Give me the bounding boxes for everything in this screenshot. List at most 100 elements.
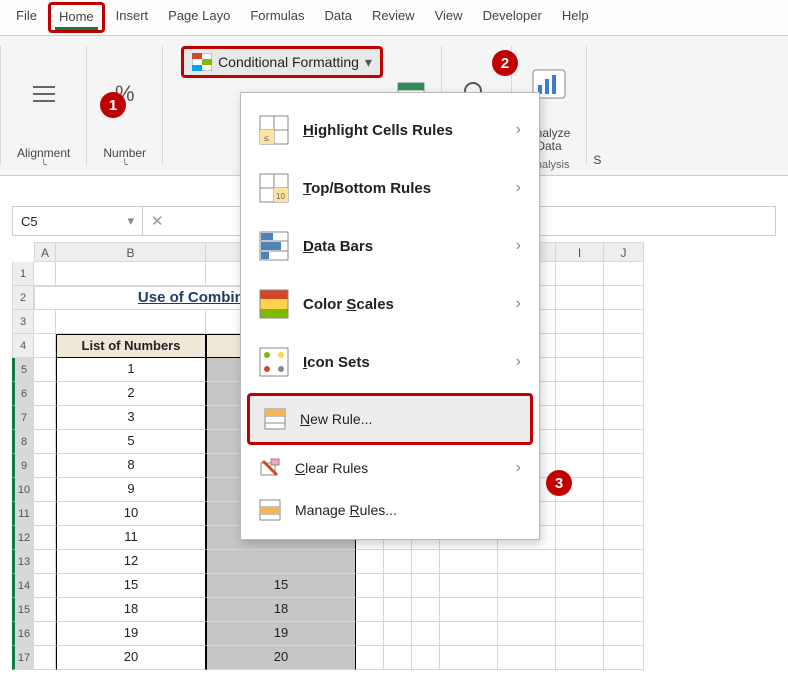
- cell[interactable]: [604, 310, 644, 334]
- cell[interactable]: [556, 430, 604, 454]
- cell[interactable]: [356, 574, 384, 598]
- cell[interactable]: [556, 406, 604, 430]
- cell[interactable]: [384, 598, 412, 622]
- cell[interactable]: [556, 334, 604, 358]
- cell[interactable]: [604, 526, 644, 550]
- cell[interactable]: [556, 286, 604, 310]
- row-header[interactable]: 14: [12, 574, 34, 598]
- cell[interactable]: 11: [56, 526, 206, 550]
- cell[interactable]: 19: [206, 622, 356, 646]
- cell[interactable]: [556, 382, 604, 406]
- cell[interactable]: [384, 622, 412, 646]
- tab-review[interactable]: Review: [362, 0, 425, 35]
- cell[interactable]: [440, 574, 498, 598]
- cell[interactable]: [34, 406, 56, 430]
- row-header[interactable]: 6: [12, 382, 34, 406]
- cell[interactable]: 20: [206, 646, 356, 670]
- row-header[interactable]: 4: [12, 334, 34, 358]
- cell[interactable]: [34, 310, 56, 334]
- row-header[interactable]: 2: [12, 286, 34, 310]
- cell[interactable]: [498, 574, 556, 598]
- cell[interactable]: [556, 262, 604, 286]
- tab-file[interactable]: File: [6, 0, 47, 35]
- row-header[interactable]: 1: [12, 262, 34, 286]
- cell[interactable]: [604, 598, 644, 622]
- cell[interactable]: 15: [56, 574, 206, 598]
- cell[interactable]: 15: [206, 574, 356, 598]
- cell[interactable]: [34, 550, 56, 574]
- cell[interactable]: [604, 622, 644, 646]
- cell[interactable]: [604, 262, 644, 286]
- cell[interactable]: [384, 574, 412, 598]
- cell[interactable]: 19: [56, 622, 206, 646]
- cell[interactable]: 20: [56, 646, 206, 670]
- cell[interactable]: [356, 646, 384, 670]
- row-header[interactable]: 8: [12, 430, 34, 454]
- cell[interactable]: [384, 550, 412, 574]
- name-box[interactable]: C5 ▾: [13, 206, 143, 236]
- cell[interactable]: [498, 622, 556, 646]
- tab-data[interactable]: Data: [315, 0, 362, 35]
- cell[interactable]: [604, 334, 644, 358]
- row-header[interactable]: 11: [12, 502, 34, 526]
- cell[interactable]: [556, 310, 604, 334]
- group-alignment[interactable]: Alignment╰: [1, 36, 86, 175]
- cell[interactable]: [556, 598, 604, 622]
- row-header[interactable]: 5: [12, 358, 34, 382]
- col-header-A[interactable]: A: [34, 242, 56, 262]
- cell[interactable]: [56, 310, 206, 334]
- cell[interactable]: [604, 454, 644, 478]
- tab-help[interactable]: Help: [552, 0, 599, 35]
- cell[interactable]: 18: [56, 598, 206, 622]
- tab-formulas[interactable]: Formulas: [240, 0, 314, 35]
- cell[interactable]: [34, 526, 56, 550]
- menu-color-scales[interactable]: Color Scales Color Scales ›: [241, 275, 539, 333]
- menu-manage-rules[interactable]: Manage Rules... Manage Rules...: [241, 489, 539, 531]
- cell[interactable]: [440, 622, 498, 646]
- menu-data-bars[interactable]: Data Bars Data Bars ›: [241, 217, 539, 275]
- cell[interactable]: [356, 622, 384, 646]
- cell[interactable]: [412, 550, 440, 574]
- cell[interactable]: 2: [56, 382, 206, 406]
- tab-insert[interactable]: Insert: [106, 0, 159, 35]
- cell[interactable]: 9: [56, 478, 206, 502]
- row-header[interactable]: 3: [12, 310, 34, 334]
- cell[interactable]: [498, 550, 556, 574]
- row-header[interactable]: 10: [12, 478, 34, 502]
- menu-icon-sets[interactable]: Icon Sets Icon Sets ›: [241, 333, 539, 391]
- cell[interactable]: [34, 382, 56, 406]
- cell[interactable]: [604, 478, 644, 502]
- conditional-formatting-button[interactable]: Conditional Formatting ▾: [181, 46, 383, 78]
- cancel-icon[interactable]: ✕: [151, 212, 164, 230]
- cell[interactable]: 5: [56, 430, 206, 454]
- cell[interactable]: [34, 454, 56, 478]
- cell[interactable]: [556, 646, 604, 670]
- row-header[interactable]: 16: [12, 622, 34, 646]
- cell[interactable]: [604, 358, 644, 382]
- cell[interactable]: [34, 262, 56, 286]
- cell[interactable]: [556, 550, 604, 574]
- cell[interactable]: [604, 406, 644, 430]
- cell[interactable]: [412, 574, 440, 598]
- tab-view[interactable]: View: [425, 0, 473, 35]
- cell[interactable]: [440, 646, 498, 670]
- cell[interactable]: [206, 550, 356, 574]
- cell[interactable]: [604, 646, 644, 670]
- cell[interactable]: [604, 550, 644, 574]
- cell[interactable]: [556, 574, 604, 598]
- cell[interactable]: [412, 622, 440, 646]
- menu-highlight-cells-rules[interactable]: ≤ HHighlight Cells Rulesighlight Cells R…: [241, 101, 539, 159]
- cell[interactable]: 12: [56, 550, 206, 574]
- cell[interactable]: 1: [56, 358, 206, 382]
- cell[interactable]: [556, 526, 604, 550]
- cell[interactable]: [34, 430, 56, 454]
- cell[interactable]: [556, 502, 604, 526]
- cell[interactable]: [604, 502, 644, 526]
- cell[interactable]: [440, 598, 498, 622]
- cell[interactable]: [34, 478, 56, 502]
- menu-top-bottom-rules[interactable]: 10 Top/Bottom Rules Top/Bottom Rules ›: [241, 159, 539, 217]
- cell[interactable]: [34, 622, 56, 646]
- cell[interactable]: [440, 550, 498, 574]
- cell[interactable]: [384, 646, 412, 670]
- cell[interactable]: [34, 334, 56, 358]
